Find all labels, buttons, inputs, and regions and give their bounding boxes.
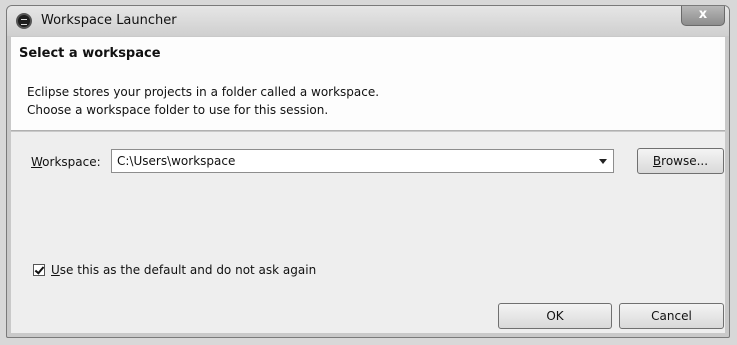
ok-button[interactable]: OK xyxy=(498,303,612,329)
cancel-button[interactable]: Cancel xyxy=(619,303,724,329)
window-title: Workspace Launcher xyxy=(41,13,177,28)
dialog-header: Select a workspace Eclipse stores your p… xyxy=(11,37,725,131)
chevron-down-icon[interactable] xyxy=(599,159,607,164)
default-checkbox-label[interactable]: Use this as the default and do not ask a… xyxy=(51,263,316,277)
workspace-path-input[interactable] xyxy=(112,150,592,172)
close-button[interactable]: x xyxy=(681,6,725,26)
default-checkbox[interactable] xyxy=(33,264,45,276)
close-icon: x xyxy=(698,7,708,22)
eclipse-icon xyxy=(16,13,32,29)
browse-button[interactable]: Browse... xyxy=(637,148,724,174)
workspace-combo[interactable] xyxy=(111,149,614,173)
workspace-label: Workspace: xyxy=(31,155,101,169)
description-line-2: Choose a workspace folder to use for thi… xyxy=(27,103,329,117)
description-line-1: Eclipse stores your projects in a folder… xyxy=(27,85,380,99)
title-bar: Workspace Launcher x xyxy=(7,6,729,36)
workspace-launcher-dialog: Workspace Launcher x Select a workspace … xyxy=(6,5,730,338)
header-title: Select a workspace xyxy=(19,46,161,61)
header-description: Eclipse stores your projects in a folder… xyxy=(27,83,379,119)
dialog-body: Workspace: Browse... Use this as the def… xyxy=(11,132,725,333)
